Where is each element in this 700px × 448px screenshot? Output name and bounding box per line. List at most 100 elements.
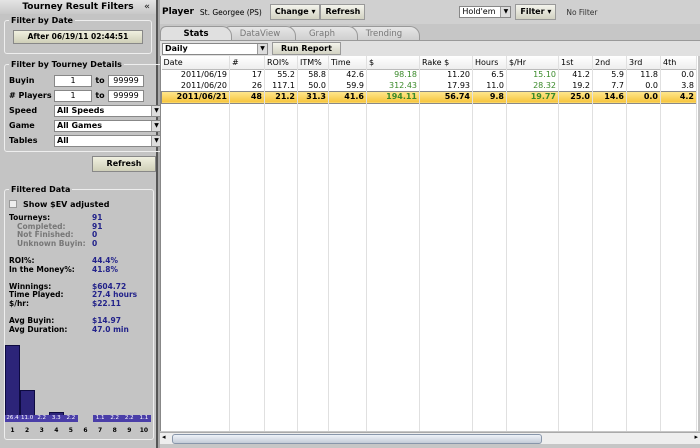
stat-label: Unknown Buyin: (17, 238, 86, 248)
table-cell: 17.93 (419, 80, 473, 91)
player-label: Player (162, 7, 194, 17)
tables-select[interactable]: All ▼ (54, 134, 162, 147)
tab-graph[interactable]: Graph (286, 26, 358, 40)
column-divider (696, 56, 697, 431)
column-header[interactable]: 3rd (626, 56, 661, 70)
column-header[interactable]: ROI% (264, 56, 298, 70)
column-divider (419, 56, 420, 431)
table-cell: 26 (229, 80, 265, 91)
speed-value: All Speeds (57, 105, 105, 115)
tables-value: All (57, 135, 69, 145)
column-header[interactable]: 4th (660, 56, 697, 70)
tab-trending[interactable]: Trending (348, 26, 420, 40)
table-cell: 6.5 (472, 69, 507, 80)
table-cell: 55.2 (264, 69, 298, 80)
tab-dataview[interactable]: DataView (224, 26, 296, 40)
change-button[interactable]: Change ▾ (269, 4, 321, 20)
column-header[interactable]: Date (161, 56, 230, 70)
column-header[interactable]: 1st (558, 56, 593, 70)
game-type-select[interactable]: Hold'em ▼ (459, 6, 512, 18)
refresh-toolbar-button[interactable]: Refresh (320, 4, 366, 20)
table-row[interactable]: 2011/06/20 26 117.1 50.0 59.9 312.43 17.93 11.0… (161, 80, 697, 91)
show-ev-checkbox[interactable] (9, 200, 17, 208)
histogram-bar-label: 11.0 (19, 415, 35, 422)
main-panel: Player St. Georgee (PS) Change ▾ Refresh… (160, 0, 700, 448)
scrollbar-thumb[interactable] (172, 434, 542, 444)
histogram-position-label: 6 (83, 427, 88, 434)
buyin-label: Buyin (9, 76, 35, 85)
histogram-position-label: 7 (98, 427, 103, 434)
column-header[interactable]: Hours (472, 56, 507, 70)
column-header[interactable]: ITM% (297, 56, 329, 70)
table-cell: 31.3 (297, 91, 329, 103)
table-cell: 11.0 (472, 80, 507, 91)
to-label: to (95, 91, 105, 100)
stat-row: $/hr: $22.11 (9, 299, 149, 309)
period-value: Daily (165, 43, 188, 53)
table-cell: 2011/06/21 (161, 91, 230, 103)
table-cell: 0.0 (626, 91, 661, 103)
refresh-button[interactable]: Refresh (92, 156, 156, 172)
table-row[interactable]: 2011/06/19 17 55.2 58.8 42.6 98.18 11.20 6.5 15.… (161, 69, 697, 80)
players-min-input[interactable]: 1 (54, 89, 92, 102)
chevron-down-icon[interactable]: ▼ (500, 7, 511, 17)
column-header[interactable]: $/Hr (506, 56, 559, 70)
column-divider (229, 56, 230, 431)
table-cell: 11.20 (419, 69, 473, 80)
column-header[interactable]: 2nd (592, 56, 627, 70)
table-cell: 11.8 (626, 69, 661, 80)
report-bar: Daily ▼ Run Report (160, 40, 700, 56)
table-cell: 9.8 (472, 91, 507, 103)
histogram-position-label: 9 (127, 427, 132, 434)
stat-row: In the Money%: 41.8% (9, 264, 149, 275)
column-header[interactable]: # (229, 56, 265, 70)
table-cell: 2011/06/19 (161, 69, 230, 80)
speed-select[interactable]: All Speeds ▼ (54, 104, 162, 117)
game-type-value: Hold'em (462, 7, 496, 16)
stat-row: Time Played: 27.4 hours (9, 291, 149, 300)
column-divider (472, 56, 473, 431)
filter-label: Filter (520, 7, 545, 16)
tab-stats[interactable]: Stats (160, 26, 232, 40)
date-legend: Filter by Date (11, 16, 73, 25)
column-divider (328, 56, 329, 431)
scroll-right-icon[interactable]: ▸ (694, 433, 698, 441)
stat-value: 47.0 min (92, 324, 129, 334)
buyin-min-input[interactable]: 1 (54, 74, 92, 87)
histogram-bar-label: 26.4 (5, 415, 20, 422)
players-max-input[interactable]: 99999 (108, 89, 144, 102)
table-cell: 59.9 (328, 80, 367, 91)
player-name: St. Georgee (PS) (199, 7, 262, 17)
chevron-down-icon[interactable]: ▼ (257, 43, 267, 54)
table-cell: 0.0 (660, 69, 697, 80)
table-cell: 21.2 (264, 91, 298, 103)
table-cell: 28.32 (506, 80, 559, 91)
table-row[interactable]: 2011/06/21 48 21.2 31.3 41.6 194.11 56.74 9.8 19… (161, 91, 697, 103)
stat-value: 41.8% (92, 264, 119, 274)
column-header[interactable]: Rake $ (419, 56, 473, 70)
column-header[interactable]: $ (366, 56, 420, 70)
panel-title-text: Tourney Result Filters (22, 2, 134, 12)
column-divider (264, 56, 265, 431)
histogram-position-label: 1 (10, 427, 15, 434)
stats-table: Date # ROI% ITM% Time $ Rake $ Hours $/Hr 1st 2nd 3… (160, 56, 698, 431)
histogram-position-label: 8 (112, 427, 117, 434)
histogram-bar-label: 3.3 (48, 415, 64, 422)
run-report-button[interactable]: Run Report (272, 42, 341, 55)
scroll-left-icon[interactable]: ◂ (162, 433, 166, 441)
table-cell: 56.74 (419, 91, 473, 103)
histogram-bar-label: 2.2 (107, 415, 123, 422)
game-select[interactable]: All Games ▼ (54, 119, 162, 132)
filter-button[interactable]: Filter ▾ (515, 4, 557, 20)
date-filter-button[interactable]: After 06/19/11 02:44:51 (13, 30, 143, 44)
filtered-legend: Filtered Data (11, 185, 71, 194)
panel-title: Tourney Result Filters « (0, 0, 156, 14)
column-header[interactable]: Time (328, 56, 367, 70)
collapse-icon[interactable]: « (144, 0, 150, 14)
table-cell: 15.10 (506, 69, 559, 80)
period-select[interactable]: Daily ▼ (162, 42, 268, 55)
horizontal-scrollbar[interactable]: ◂ ▸ (160, 432, 700, 444)
histogram-position-label: 4 (54, 427, 59, 434)
histogram-bar-label: 1.1 (92, 415, 108, 422)
buyin-max-input[interactable]: 99999 (108, 74, 144, 87)
